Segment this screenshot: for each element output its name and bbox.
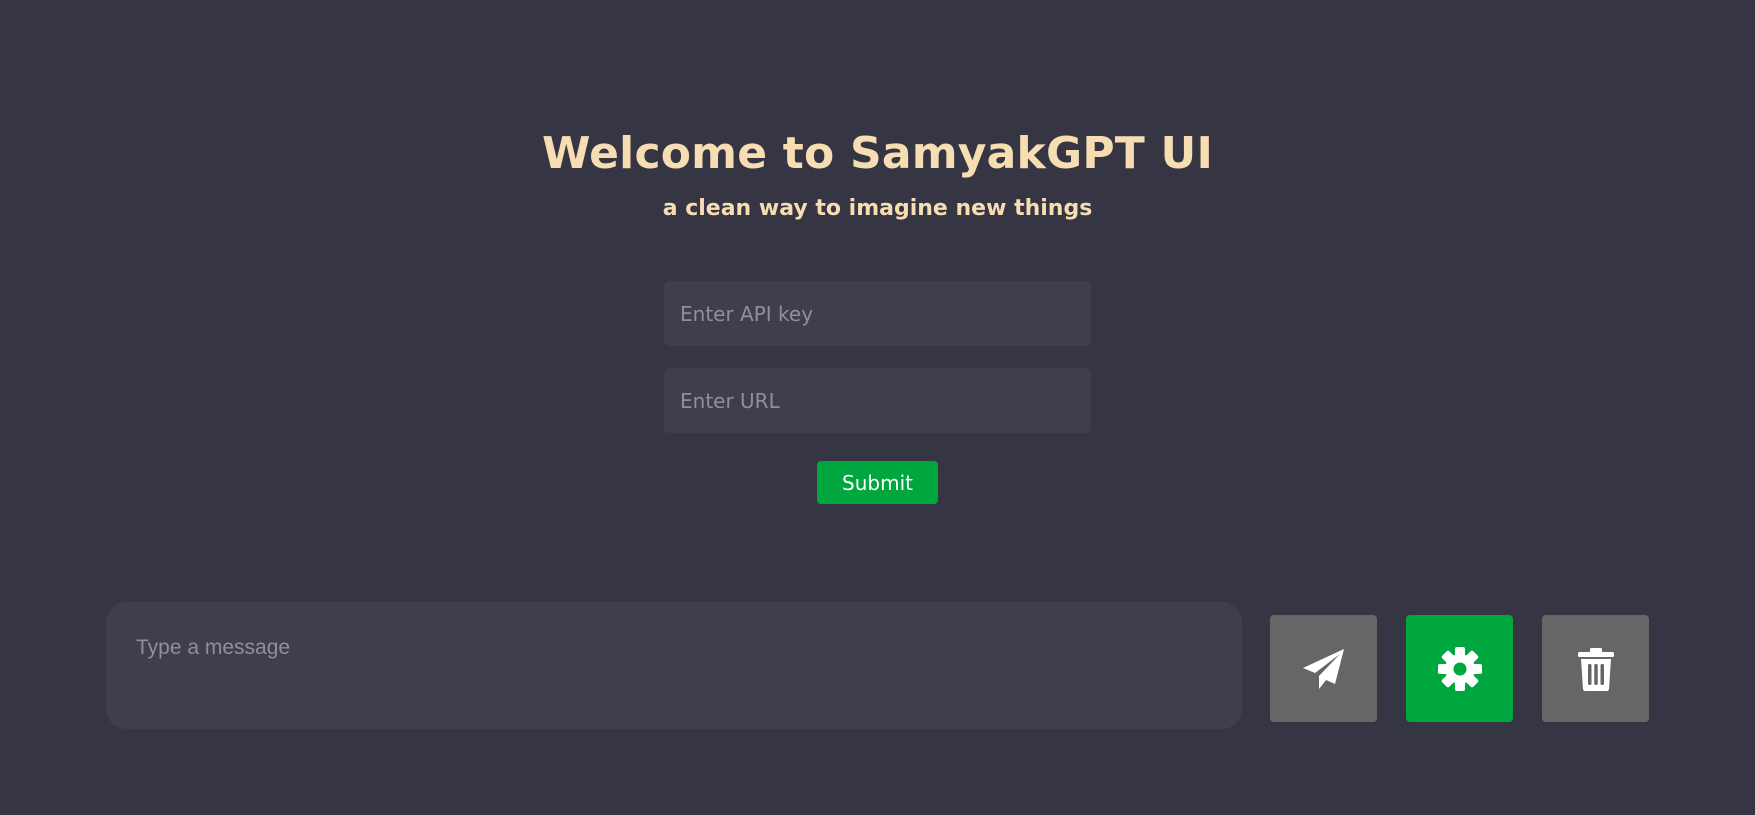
settings-button[interactable] [1406,615,1513,722]
url-input[interactable] [664,368,1091,433]
page-subtitle: a clean way to imagine new things [662,196,1093,221]
send-button[interactable] [1270,615,1377,722]
delete-button[interactable] [1542,615,1649,722]
paper-plane-icon [1300,645,1348,693]
gear-icon [1436,645,1484,693]
message-input[interactable] [106,602,1242,729]
submit-button[interactable]: Submit [817,461,938,504]
trash-icon [1572,645,1620,693]
api-key-input[interactable] [664,281,1091,346]
app-page: Welcome to SamyakGPT UI a clean way to i… [0,0,1755,815]
page-title: Welcome to SamyakGPT UI [541,128,1214,179]
